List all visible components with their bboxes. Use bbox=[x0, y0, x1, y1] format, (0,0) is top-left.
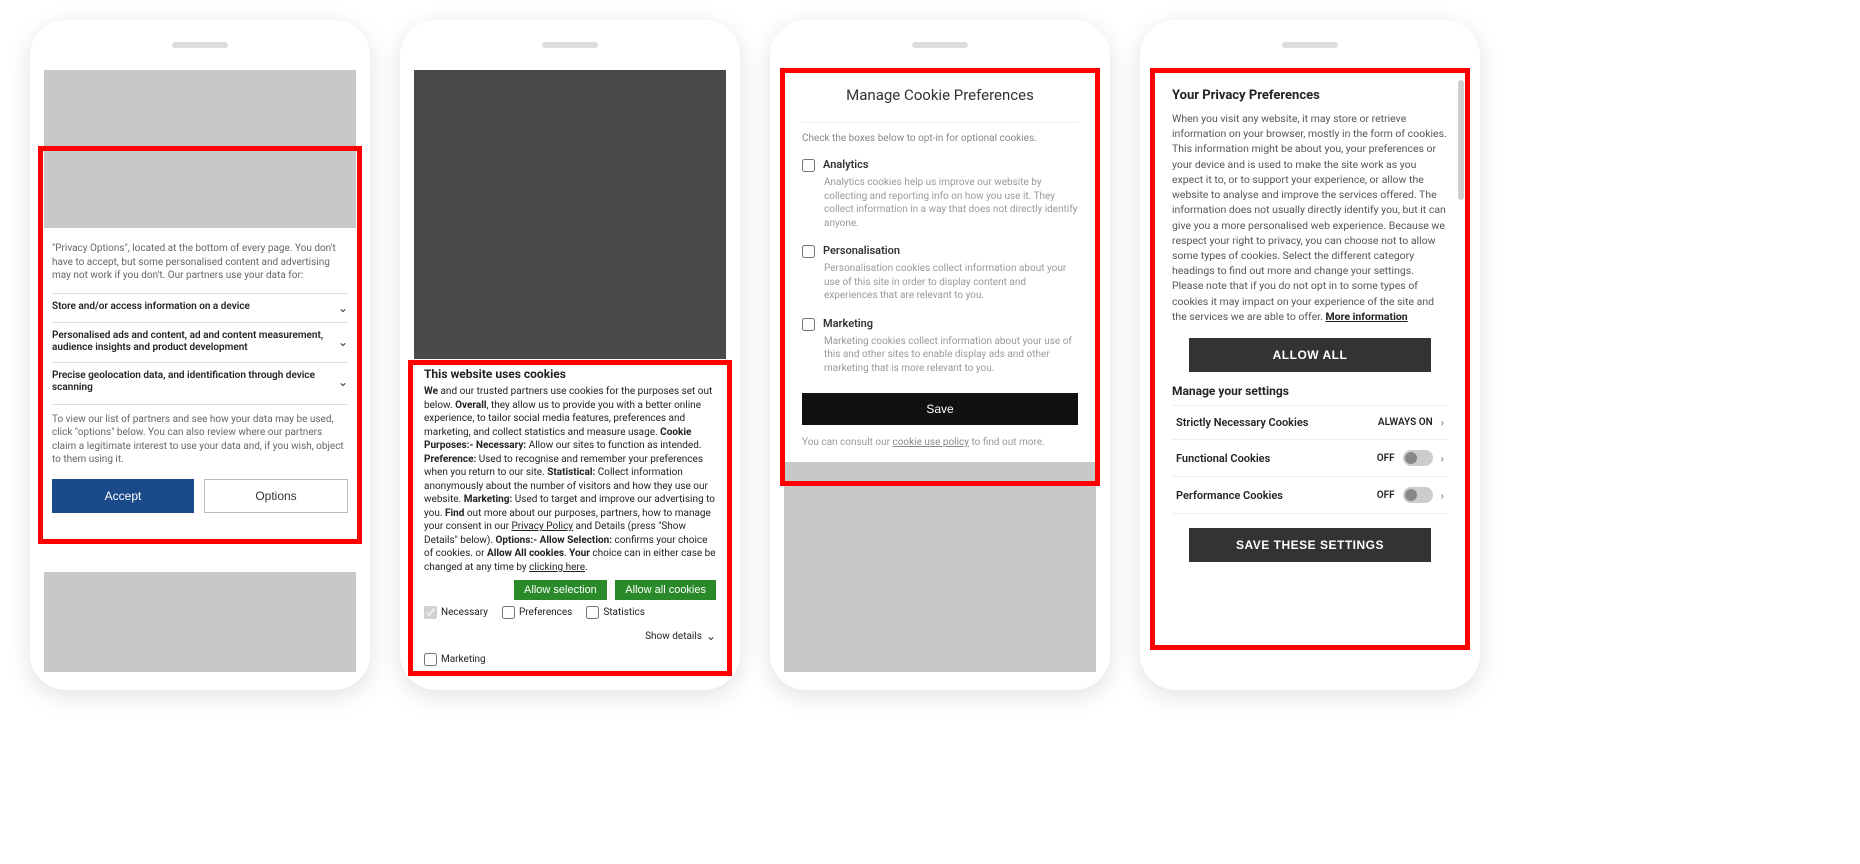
category-label: Performance Cookies bbox=[1176, 489, 1283, 502]
analytics-checkbox[interactable]: Analytics bbox=[802, 158, 1078, 172]
purpose-row[interactable]: Precise geolocation data, and identifica… bbox=[52, 362, 348, 402]
footer-text: You can consult our cookie use policy to… bbox=[802, 437, 1078, 448]
options-button[interactable]: Options bbox=[204, 479, 348, 513]
phone-screen: Your Privacy Preferences When you visit … bbox=[1154, 70, 1466, 672]
allow-all-cookies-button[interactable]: Allow all cookies bbox=[615, 580, 716, 600]
phone-speaker bbox=[912, 42, 968, 48]
cookie-category-checkboxes: Necessary Preferences Statistics Show de… bbox=[424, 604, 716, 666]
chevron-right-icon: › bbox=[1441, 452, 1444, 465]
more-information-link[interactable]: More information bbox=[1325, 310, 1407, 323]
purpose-label: Store and/or access information on a dev… bbox=[52, 301, 250, 314]
preferences-panel: Manage Cookie Preferences Check the boxe… bbox=[784, 70, 1096, 462]
purpose-row[interactable]: Personalised ads and content, ad and con… bbox=[52, 322, 348, 362]
chevron-down-icon: ⌄ bbox=[706, 629, 716, 643]
category-state: OFF bbox=[1377, 453, 1395, 464]
chevron-right-icon: › bbox=[1441, 489, 1444, 502]
preferences-checkbox[interactable]: Preferences bbox=[502, 606, 572, 619]
panel-body-text: When you visit any website, it may store… bbox=[1172, 111, 1448, 324]
functional-cookies-row[interactable]: Functional Cookies OFF › bbox=[1172, 439, 1448, 477]
personalisation-checkbox[interactable]: Personalisation bbox=[802, 244, 1078, 258]
performance-cookies-row[interactable]: Performance Cookies OFF › bbox=[1172, 476, 1448, 514]
clicking-here-link[interactable]: clicking here bbox=[529, 562, 585, 573]
cookie-policy-link[interactable]: cookie use policy bbox=[892, 437, 969, 448]
privacy-preferences-panel: Your Privacy Preferences When you visit … bbox=[1154, 70, 1466, 672]
personalisation-description: Personalisation cookies collect informat… bbox=[824, 262, 1078, 303]
manage-settings-heading: Manage your settings bbox=[1172, 384, 1448, 398]
show-details-toggle[interactable]: Show details ⌄ bbox=[645, 629, 716, 643]
phone-speaker bbox=[542, 42, 598, 48]
allow-selection-button[interactable]: Allow selection bbox=[514, 580, 607, 600]
banner-title: This website uses cookies bbox=[424, 367, 716, 381]
phone-screen: This website uses cookies We and our tru… bbox=[414, 70, 726, 672]
phone-mockup-2: This website uses cookies We and our tru… bbox=[400, 20, 740, 690]
banner-body-text: We and our trusted partners use cookies … bbox=[424, 385, 716, 574]
marketing-checkbox[interactable]: Marketing bbox=[424, 653, 716, 666]
panel-subtitle: Check the boxes below to opt-in for opti… bbox=[802, 122, 1078, 144]
analytics-description: Analytics cookies help us improve our we… bbox=[824, 176, 1078, 230]
phone-screen: "Privacy Options", located at the bottom… bbox=[44, 70, 356, 672]
phone-mockup-4: Your Privacy Preferences When you visit … bbox=[1140, 20, 1480, 690]
save-settings-button[interactable]: SAVE THESE SETTINGS bbox=[1189, 528, 1432, 562]
marketing-checkbox[interactable]: Marketing bbox=[802, 317, 1078, 331]
chevron-down-icon: ⌄ bbox=[338, 301, 348, 315]
marketing-description: Marketing cookies collect information ab… bbox=[824, 335, 1078, 376]
panel-title: Manage Cookie Preferences bbox=[802, 86, 1078, 112]
purpose-row[interactable]: Store and/or access information on a dev… bbox=[52, 293, 348, 322]
phone-speaker bbox=[1282, 42, 1338, 48]
phone-screen: Manage Cookie Preferences Check the boxe… bbox=[784, 70, 1096, 672]
category-label: Functional Cookies bbox=[1176, 452, 1270, 465]
phone-mockup-3: Manage Cookie Preferences Check the boxe… bbox=[770, 20, 1110, 690]
chevron-right-icon: › bbox=[1441, 416, 1444, 429]
necessary-checkbox[interactable]: Necessary bbox=[424, 606, 488, 619]
category-label: Strictly Necessary Cookies bbox=[1176, 416, 1308, 429]
strictly-necessary-row[interactable]: Strictly Necessary Cookies ALWAYS ON › bbox=[1172, 405, 1448, 440]
category-state: OFF bbox=[1377, 490, 1395, 501]
consent-intro-text: "Privacy Options", located at the bottom… bbox=[52, 242, 348, 283]
chevron-down-icon: ⌄ bbox=[338, 335, 348, 349]
category-state: ALWAYS ON bbox=[1378, 417, 1433, 428]
toggle-switch[interactable] bbox=[1403, 450, 1433, 466]
phone-speaker bbox=[172, 42, 228, 48]
consent-note-text: To view our list of partners and see how… bbox=[52, 404, 348, 467]
consent-dialog: "Privacy Options", located at the bottom… bbox=[44, 228, 356, 572]
phone-mockup-1: "Privacy Options", located at the bottom… bbox=[30, 20, 370, 690]
privacy-policy-link[interactable]: Privacy Policy bbox=[511, 521, 573, 532]
purpose-label: Personalised ads and content, ad and con… bbox=[52, 330, 330, 355]
save-button[interactable]: Save bbox=[802, 393, 1078, 425]
toggle-switch[interactable] bbox=[1403, 487, 1433, 503]
purpose-label: Precise geolocation data, and identifica… bbox=[52, 370, 330, 395]
allow-all-button[interactable]: ALLOW ALL bbox=[1189, 338, 1432, 372]
panel-title: Your Privacy Preferences bbox=[1172, 88, 1448, 103]
accept-button[interactable]: Accept bbox=[52, 479, 194, 513]
statistics-checkbox[interactable]: Statistics bbox=[586, 606, 645, 619]
chevron-down-icon: ⌄ bbox=[338, 375, 348, 389]
scrollbar[interactable] bbox=[1458, 80, 1464, 200]
cookie-banner: This website uses cookies We and our tru… bbox=[414, 359, 726, 672]
